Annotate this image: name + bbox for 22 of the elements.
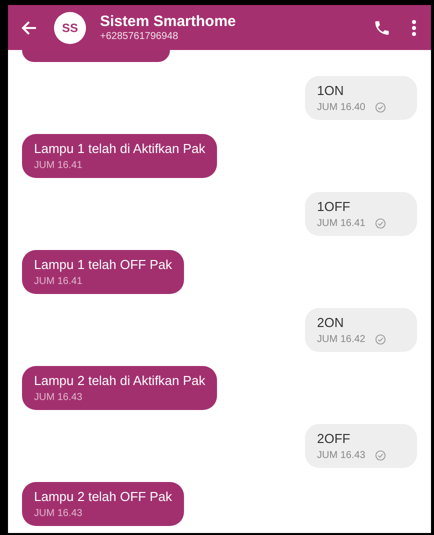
phone-icon[interactable] [373,18,391,36]
message-time: JUM 16.40 [317,101,366,114]
contact-avatar: SS [54,12,86,44]
message-time: JUM 16.41 [34,275,82,288]
message-text: Lampu 1 telah OFF Pak [34,257,172,273]
message-text: 2ON [317,315,345,331]
message-text: Lampu 2 telah di Aktifkan Pak [34,373,206,389]
message-time: JUM 16.43 [34,391,82,404]
contact-name: Sistem Smarthome [100,12,237,30]
back-arrow-icon[interactable] [20,18,38,36]
message-time: JUM 16.43 [34,507,82,520]
more-options-icon[interactable] [411,18,417,36]
message-text: 2OFF [317,431,352,447]
message-text: 1ON [317,83,345,99]
message-text: 1OFF [317,199,352,215]
message-text: Lampu 2 telah OFF Pak [34,489,172,505]
message-text: Lampu 1 telah di Aktifkan Pak [34,141,206,157]
phone-number: +6285761796948 [100,30,180,42]
message-time: JUM 16.41 [317,217,366,230]
message-time: JUM 16.42 [317,333,366,346]
message-time: JUM 16.41 [34,159,82,172]
message-time: JUM 16.43 [317,449,366,462]
